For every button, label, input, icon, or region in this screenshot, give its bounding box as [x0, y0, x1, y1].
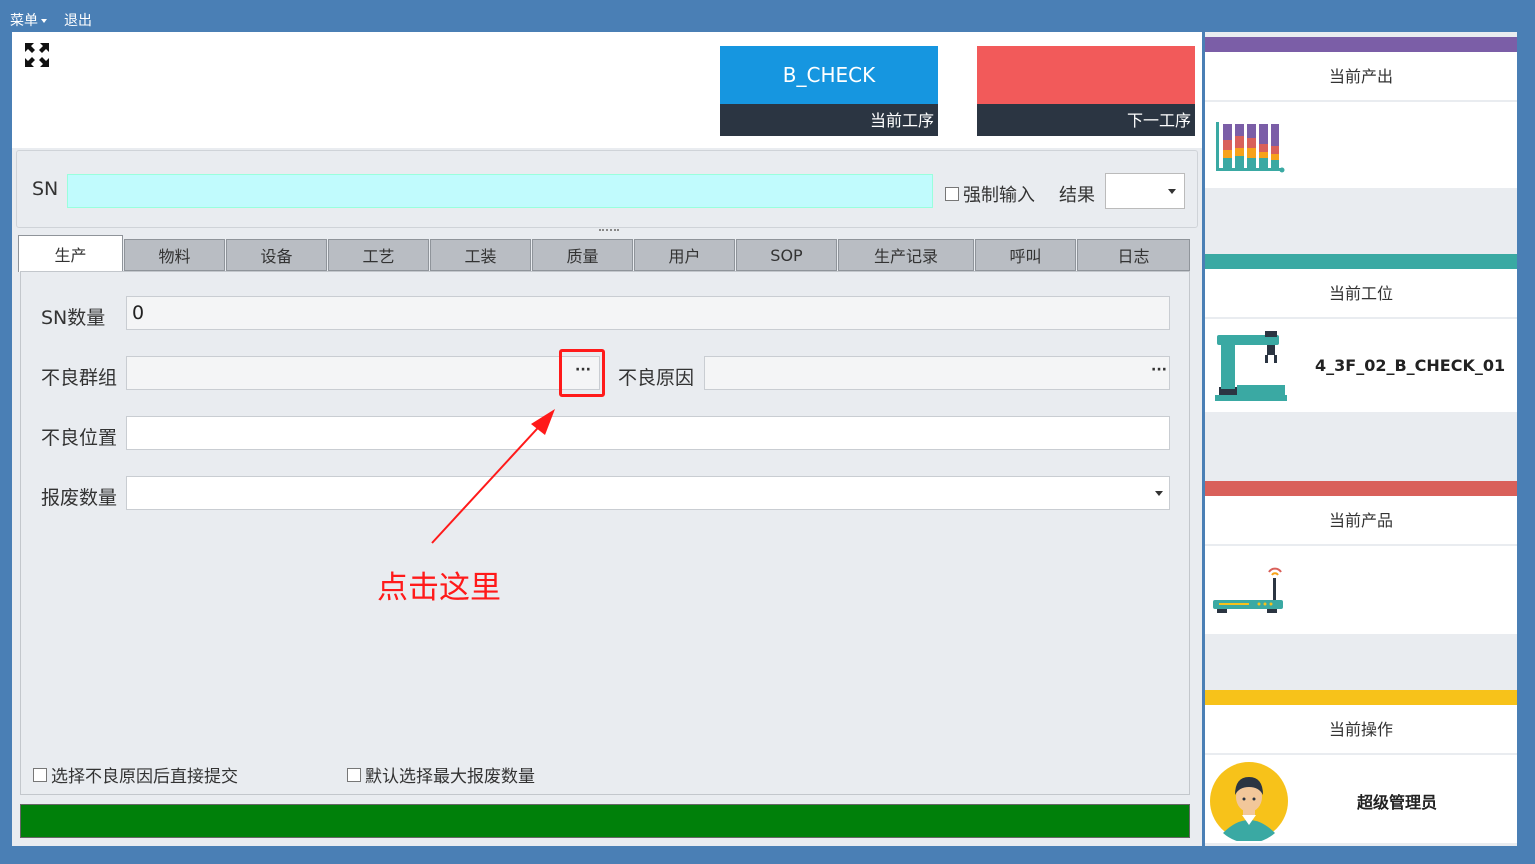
current-station-value: 4_3F_02_B_CHECK_01 — [1315, 356, 1506, 375]
current-station-card: 当前工位 4_3F_02_B_CHECK_01 — [1205, 254, 1517, 412]
tab-quality[interactable]: 质量 — [532, 239, 633, 271]
chevron-down-icon — [41, 19, 47, 23]
bar-chart-icon — [1216, 122, 1285, 173]
force-input-checkbox[interactable] — [945, 187, 959, 201]
result-select[interactable] — [1105, 173, 1185, 209]
default-max-scrap-option[interactable]: 默认选择最大报废数量 — [347, 762, 535, 787]
defect-reason-field[interactable] — [704, 356, 1170, 390]
highlight-box — [559, 349, 605, 397]
sn-bar: SN 强制输入 结果 — [16, 150, 1198, 228]
tab-log[interactable]: 日志 — [1077, 239, 1190, 271]
default-max-scrap-checkbox[interactable] — [347, 767, 361, 782]
defect-position-label: 不良位置 — [41, 427, 118, 449]
force-input-option[interactable]: 强制输入 — [945, 181, 1035, 207]
main-area: B_CHECK 当前工序 下一工序 SN 强制输入 结果 生产 物料 设备 工艺… — [12, 32, 1202, 846]
result-label: 结果 — [1059, 185, 1095, 206]
defect-group-field[interactable] — [126, 356, 600, 390]
info-sidebar: 当前产出 当前工位 4_3F_02_B_CHECK_01 当前产品 当前操作 超… — [1205, 32, 1517, 846]
next-step-box: 下一工序 — [977, 46, 1195, 138]
next-step-name — [977, 46, 1195, 104]
menu-label: 菜单 — [10, 13, 38, 29]
current-operator-title: 当前操作 — [1205, 705, 1517, 755]
submit-after-reason-option[interactable]: 选择不良原因后直接提交 — [33, 762, 238, 787]
avatar-icon — [1210, 762, 1288, 841]
current-operator-value: 超级管理员 — [1357, 793, 1438, 812]
sn-count-label: SN数量 — [41, 307, 106, 329]
chevron-down-icon — [1168, 189, 1176, 194]
default-max-scrap-label: 默认选择最大报废数量 — [365, 767, 535, 787]
defect-reason-browse-button[interactable]: ··· — [1151, 362, 1167, 378]
defect-reason-label: 不良原因 — [618, 367, 695, 389]
defect-position-field[interactable] — [126, 416, 1170, 450]
current-step-box: B_CHECK 当前工序 — [720, 46, 938, 138]
chevron-down-icon — [1155, 491, 1163, 496]
menu-dropdown[interactable]: 菜单 — [10, 10, 47, 30]
next-step-label: 下一工序 — [977, 104, 1195, 136]
tab-process[interactable]: 工艺 — [328, 239, 429, 271]
tab-tooling[interactable]: 工装 — [430, 239, 531, 271]
router-icon — [1213, 567, 1283, 613]
current-step-label: 当前工序 — [720, 104, 938, 136]
tab-sop[interactable]: SOP — [736, 239, 837, 271]
submit-after-reason-label: 选择不良原因后直接提交 — [51, 767, 238, 787]
exit-link[interactable]: 退出 — [64, 10, 92, 30]
force-input-label: 强制输入 — [963, 185, 1035, 206]
tab-call[interactable]: 呼叫 — [975, 239, 1076, 271]
sn-label: SN — [32, 178, 59, 200]
current-station-title: 当前工位 — [1205, 269, 1517, 319]
tab-equipment[interactable]: 设备 — [226, 239, 327, 271]
sn-input[interactable] — [67, 174, 933, 208]
splitter-handle[interactable] — [599, 229, 619, 231]
current-operator-card: 当前操作 超级管理员 — [1205, 690, 1517, 843]
click-here-annotation: 点击这里 — [377, 570, 501, 606]
current-output-card: 当前产出 — [1205, 37, 1517, 188]
menu-bar: 菜单 退出 — [0, 0, 1535, 32]
process-header: B_CHECK 当前工序 下一工序 — [12, 32, 1202, 148]
current-product-card: 当前产品 — [1205, 481, 1517, 634]
arrow-icon — [431, 409, 555, 544]
defect-group-label: 不良群组 — [41, 367, 118, 389]
tab-production[interactable]: 生产 — [18, 235, 123, 272]
tab-material[interactable]: 物料 — [124, 239, 225, 271]
current-step-name: B_CHECK — [720, 46, 938, 104]
scrap-qty-select[interactable] — [126, 476, 1170, 510]
scrap-qty-label: 报废数量 — [41, 487, 118, 509]
current-output-title: 当前产出 — [1205, 52, 1517, 102]
robot-arm-icon — [1215, 331, 1287, 401]
tab-bar: 生产 物料 设备 工艺 工装 质量 用户 SOP 生产记录 呼叫 日志 — [18, 235, 1192, 272]
tab-production-record[interactable]: 生产记录 — [838, 239, 974, 271]
submit-after-reason-checkbox[interactable] — [33, 767, 47, 782]
status-bar — [20, 804, 1190, 838]
sn-count-field: 0 — [126, 296, 1170, 330]
current-product-title: 当前产品 — [1205, 496, 1517, 546]
tab-user[interactable]: 用户 — [634, 239, 735, 271]
production-panel: SN数量 0 不良群组 ··· 不良原因 ··· 不良位置 报废数量 点击这里 … — [20, 271, 1190, 795]
fullscreen-icon[interactable] — [24, 42, 50, 68]
